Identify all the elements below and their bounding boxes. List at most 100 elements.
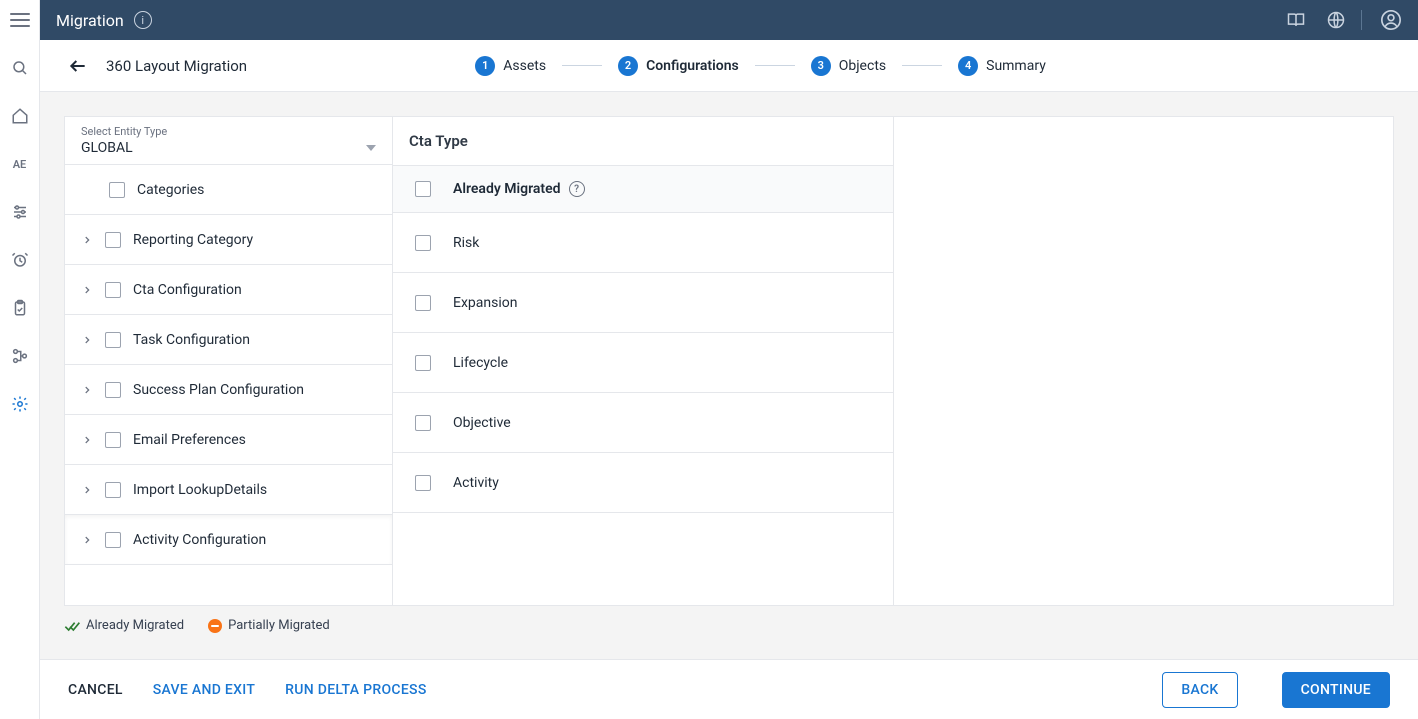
checkbox[interactable] (109, 182, 125, 198)
help-icon[interactable]: ? (569, 181, 585, 197)
save-and-exit-button[interactable]: SAVE AND EXIT (153, 682, 255, 698)
appbar-title: Migration (56, 11, 124, 30)
back-arrow-icon[interactable] (64, 52, 92, 80)
run-delta-process-button[interactable]: RUN DELTA PROCESS (285, 682, 426, 698)
detail-columns: Cta Type Already Migrated ? Risk Expansi… (393, 117, 1393, 605)
config-panel: Select Entity Type GLOBAL Categories Re (64, 116, 1394, 606)
tree-row-reporting-category[interactable]: Reporting Category (65, 215, 392, 265)
step-badge: 2 (618, 56, 638, 76)
settings-icon[interactable] (8, 392, 32, 416)
sub-header: 360 Layout Migration 1 Assets 2 Configur… (40, 40, 1418, 92)
menu-icon[interactable] (8, 8, 32, 32)
footer-bar: CANCEL SAVE AND EXIT RUN DELTA PROCESS B… (40, 659, 1418, 719)
entity-type-select[interactable]: Select Entity Type GLOBAL (65, 117, 392, 165)
tree-label: Import LookupDetails (133, 482, 378, 498)
checkbox[interactable] (415, 475, 431, 491)
row-label: Activity (453, 475, 499, 491)
tree-label: Cta Configuration (133, 282, 378, 298)
info-icon[interactable]: i (134, 11, 152, 29)
reminder-icon[interactable] (8, 248, 32, 272)
step-configurations[interactable]: 2 Configurations (618, 56, 739, 76)
column-header-label: Already Migrated (453, 181, 561, 197)
tree-row-email-preferences[interactable]: Email Preferences (65, 415, 392, 465)
config-tree-column: Select Entity Type GLOBAL Categories Re (65, 117, 393, 605)
book-icon[interactable] (1285, 9, 1307, 31)
checkbox[interactable] (105, 282, 121, 298)
chevron-right-icon[interactable] (79, 532, 95, 548)
entity-type-value: GLOBAL (81, 140, 133, 156)
row-label: Risk (453, 235, 479, 251)
checkbox[interactable] (415, 295, 431, 311)
chevron-right-icon[interactable] (79, 482, 95, 498)
checkbox[interactable] (105, 232, 121, 248)
main-area: Select Entity Type GLOBAL Categories Re (40, 92, 1418, 659)
checkbox[interactable] (105, 382, 121, 398)
select-all-checkbox[interactable] (415, 181, 431, 197)
data-row-activity[interactable]: Activity (393, 453, 893, 513)
chevron-right-icon[interactable] (79, 232, 95, 248)
sliders-icon[interactable] (8, 200, 32, 224)
tree-label: Reporting Category (133, 232, 378, 248)
tree-row-activity-configuration[interactable]: Activity Configuration (65, 515, 392, 565)
checkbox[interactable] (415, 235, 431, 251)
checkbox[interactable] (105, 332, 121, 348)
legend: Already Migrated Partially Migrated (64, 618, 1394, 633)
clipboard-icon[interactable] (8, 296, 32, 320)
cancel-button[interactable]: CANCEL (68, 682, 123, 698)
chevron-down-icon (366, 145, 376, 151)
tree-label: Email Preferences (133, 432, 378, 448)
page-title: 360 Layout Migration (106, 57, 247, 75)
continue-button[interactable]: CONTINUE (1282, 672, 1390, 708)
column-header: Already Migrated ? (393, 165, 893, 213)
empty-detail-column (894, 117, 1394, 605)
checkbox[interactable] (105, 482, 121, 498)
step-badge: 3 (811, 56, 831, 76)
data-row-objective[interactable]: Objective (393, 393, 893, 453)
tree-row-cta-configuration[interactable]: Cta Configuration (65, 265, 392, 315)
step-assets[interactable]: 1 Assets (475, 56, 546, 76)
search-icon[interactable] (8, 56, 32, 80)
tree-row-task-configuration[interactable]: Task Configuration (65, 315, 392, 365)
row-label: Expansion (453, 295, 517, 311)
chevron-right-icon[interactable] (79, 282, 95, 298)
column-title: Cta Type (393, 117, 893, 165)
tree-label: Activity Configuration (133, 532, 378, 548)
step-badge: 4 (958, 56, 978, 76)
ae-nav-item[interactable]: AE (8, 152, 32, 176)
legend-partially-migrated: Partially Migrated (208, 618, 330, 633)
chevron-right-icon[interactable] (79, 382, 95, 398)
step-summary[interactable]: 4 Summary (958, 56, 1046, 76)
org-chart-icon[interactable] (8, 344, 32, 368)
chevron-right-icon[interactable] (79, 332, 95, 348)
tree-row-import-lookup-details[interactable]: Import LookupDetails (65, 465, 392, 515)
user-avatar-icon[interactable] (1380, 9, 1402, 31)
config-tree: Categories Reporting Category Cta Config… (65, 165, 392, 565)
checkbox[interactable] (415, 415, 431, 431)
checkbox[interactable] (415, 355, 431, 371)
step-label: Objects (839, 58, 886, 74)
data-row-risk[interactable]: Risk (393, 213, 893, 273)
checkbox[interactable] (105, 432, 121, 448)
tree-label: Success Plan Configuration (133, 382, 378, 398)
step-connector (755, 65, 795, 66)
app-content: Migration i 360 Layout Migration 1 Asset… (40, 0, 1418, 719)
app-bar: Migration i (40, 0, 1418, 40)
legend-already-migrated: Already Migrated (64, 618, 184, 633)
step-objects[interactable]: 3 Objects (811, 56, 886, 76)
tree-row-success-plan-configuration[interactable]: Success Plan Configuration (65, 365, 392, 415)
data-row-lifecycle[interactable]: Lifecycle (393, 333, 893, 393)
entity-type-label: Select Entity Type (81, 125, 376, 138)
step-label: Summary (986, 58, 1046, 74)
tree-label: Categories (137, 182, 378, 198)
globe-icon[interactable] (1325, 9, 1347, 31)
back-button[interactable]: BACK (1162, 672, 1237, 708)
divider (1361, 10, 1362, 30)
checkbox[interactable] (105, 532, 121, 548)
step-connector (902, 65, 942, 66)
row-label: Lifecycle (453, 355, 508, 371)
chevron-right-icon[interactable] (79, 432, 95, 448)
tree-row-categories[interactable]: Categories (65, 165, 392, 215)
data-row-expansion[interactable]: Expansion (393, 273, 893, 333)
cta-type-column: Cta Type Already Migrated ? Risk Expansi… (393, 117, 894, 605)
home-icon[interactable] (8, 104, 32, 128)
